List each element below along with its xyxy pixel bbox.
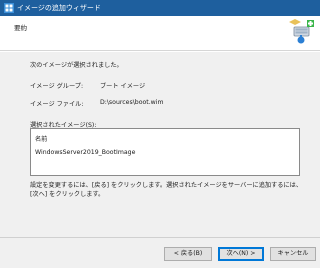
list-item[interactable]: WindowsServer2019_BootImage [35,149,135,156]
selected-images-list[interactable]: 名前 WindowsServer2019_BootImage [30,128,300,176]
back-button[interactable]: < 戻る(B) [164,247,212,261]
wizard-install-icon [289,19,314,44]
title-bar[interactable]: イメージの追加ウィザード [0,0,320,16]
wizard-header: 要約 [0,16,320,51]
page-title: 要約 [14,24,27,32]
footer-divider [0,237,320,238]
image-file-label: イメージ ファイル: [30,101,84,108]
intro-text: 次のイメージが選択されました。 [30,62,123,69]
windows-server-icon [4,3,14,13]
name-column-header[interactable]: 名前 [35,134,47,143]
cancel-button[interactable]: キャンセル [270,247,316,261]
image-group-label: イメージ グループ: [30,83,84,90]
instruction-note: 設定を変更するには、[戻る] をクリックします。選択されたイメージをサーバーに追… [30,182,303,198]
image-file-value: D:\sources\boot.wim [100,99,164,106]
window-title: イメージの追加ウィザード [17,4,101,12]
next-button[interactable]: 次へ(N) > [218,247,264,261]
image-group-value: ブート イメージ [100,83,146,90]
